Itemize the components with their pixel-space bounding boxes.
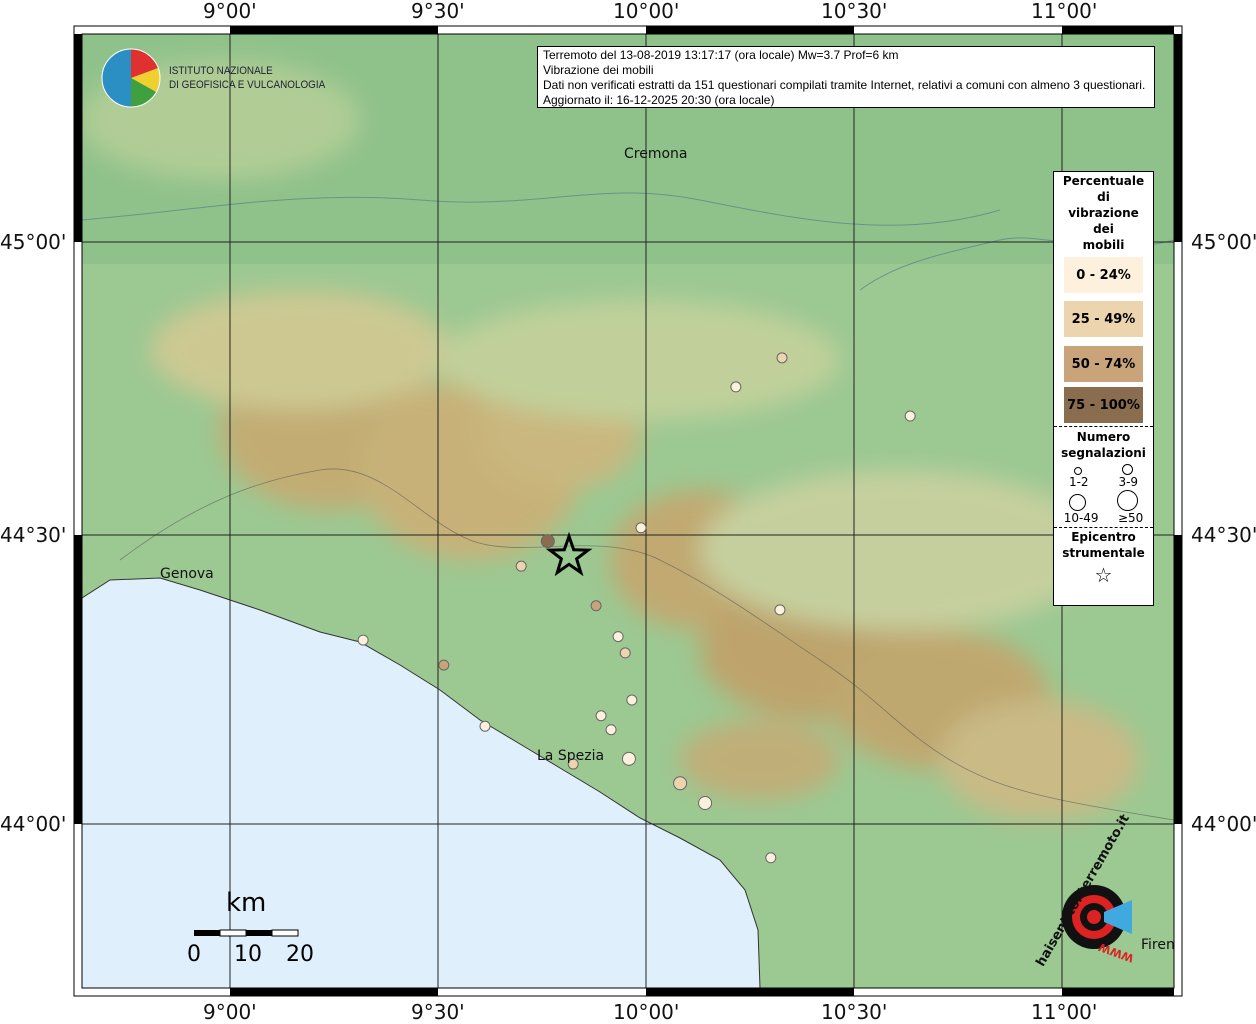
town-point[interactable] bbox=[774, 604, 786, 616]
legend: Percentuale di vibrazione dei mobili 0 -… bbox=[1053, 171, 1154, 606]
legend-count-label: 1-2 bbox=[1068, 475, 1089, 489]
circle-size-4-icon bbox=[1116, 490, 1138, 511]
town-point[interactable] bbox=[595, 710, 607, 722]
town-point[interactable] bbox=[635, 522, 647, 534]
town-point[interactable] bbox=[621, 751, 636, 766]
circle-size-2-icon bbox=[1122, 464, 1133, 475]
town-point[interactable] bbox=[673, 776, 688, 791]
city-label: Firen bbox=[1141, 937, 1175, 953]
town-point[interactable] bbox=[698, 796, 713, 811]
lat-tick-right: 44°30' bbox=[1191, 523, 1256, 547]
lon-tick-top: 9°00' bbox=[203, 0, 257, 23]
town-point[interactable] bbox=[904, 410, 916, 422]
update-time: Aggiornato il: 16-12-2025 20:30 (ora loc… bbox=[543, 93, 775, 107]
legend-count-title: segnalazioni bbox=[1061, 446, 1146, 460]
legend-class-1: 25 - 49% bbox=[1064, 301, 1143, 337]
lon-tick-bottom: 11°00' bbox=[1031, 1000, 1098, 1024]
legend-title-line: vibrazione bbox=[1068, 206, 1139, 220]
city-label: La Spezia bbox=[537, 748, 605, 764]
legend-epicenter-title: Epicentro bbox=[1071, 530, 1136, 544]
circle-size-1-icon bbox=[1074, 467, 1082, 475]
lon-tick-top: 9°30' bbox=[411, 0, 465, 23]
legend-class-2: 50 - 74% bbox=[1064, 346, 1143, 382]
town-point[interactable] bbox=[479, 720, 491, 732]
town-point[interactable] bbox=[540, 534, 555, 549]
lon-tick-bottom: 9°30' bbox=[411, 1000, 465, 1024]
scale-label: 0 bbox=[187, 942, 201, 967]
town-point[interactable] bbox=[515, 560, 527, 572]
lat-tick-left: 44°00' bbox=[0, 812, 67, 836]
town-point[interactable] bbox=[765, 852, 777, 864]
lat-tick-left: 45°00' bbox=[0, 230, 67, 254]
town-point[interactable] bbox=[590, 600, 602, 612]
town-point[interactable] bbox=[612, 631, 624, 643]
circle-size-3-icon bbox=[1069, 494, 1087, 511]
town-point[interactable] bbox=[626, 694, 638, 706]
lat-tick-right: 45°00' bbox=[1191, 230, 1256, 254]
town-point[interactable] bbox=[357, 634, 369, 646]
terrain bbox=[82, 34, 1174, 988]
lon-tick-bottom: 9°00' bbox=[203, 1000, 257, 1024]
scale-unit: km bbox=[226, 888, 267, 918]
event-title: Terremoto del 13-08-2019 13:17:17 (ora l… bbox=[543, 48, 899, 62]
data-note: Dati non verificati estratti da 151 ques… bbox=[543, 78, 1146, 92]
legend-title: Percentuale di vibrazione dei mobili bbox=[1054, 173, 1153, 253]
ingv-logo-text: ISTITUTO NAZIONALE DI GEOFISICA E VULCAN… bbox=[169, 64, 325, 92]
ingv-line2: DI GEOFISICA E VULCANOLOGIA bbox=[169, 79, 326, 91]
lat-tick-left: 44°30' bbox=[0, 523, 67, 547]
legend-title-line: mobili bbox=[1082, 238, 1125, 252]
scale-bar bbox=[194, 929, 299, 937]
legend-title-line: Percentuale bbox=[1062, 174, 1145, 188]
town-point[interactable] bbox=[438, 659, 450, 671]
ingv-logo bbox=[101, 48, 161, 108]
lat-tick-right: 44°00' bbox=[1191, 812, 1256, 836]
scale-label: 10 bbox=[234, 942, 262, 967]
lon-tick-top: 11°00' bbox=[1031, 0, 1098, 23]
ingv-line1: ISTITUTO NAZIONALE bbox=[169, 65, 273, 77]
city-label: Cremona bbox=[624, 146, 688, 162]
event-info-box: Terremoto del 13-08-2019 13:17:17 (ora l… bbox=[537, 46, 1155, 108]
legend-count-title: Numero bbox=[1076, 430, 1131, 444]
legend-count-label: ≥50 bbox=[1117, 511, 1144, 525]
town-point[interactable] bbox=[730, 381, 742, 393]
parameter-name: Vibrazione dei mobili bbox=[543, 63, 654, 77]
city-label: Genova bbox=[160, 566, 214, 582]
lon-tick-bottom: 10°30' bbox=[821, 1000, 888, 1024]
star-icon: ☆ bbox=[1094, 563, 1113, 587]
legend-class-0: 0 - 24% bbox=[1064, 257, 1143, 293]
legend-title-line: di bbox=[1097, 190, 1110, 204]
legend-class-3: 75 - 100% bbox=[1064, 387, 1143, 423]
lon-tick-top: 10°00' bbox=[613, 0, 680, 23]
lon-tick-top: 10°30' bbox=[821, 0, 888, 23]
legend-epicenter-title: strumentale bbox=[1062, 546, 1145, 560]
legend-title-line: dei bbox=[1093, 222, 1114, 236]
lon-tick-bottom: 10°00' bbox=[613, 1000, 680, 1024]
town-point[interactable] bbox=[776, 352, 788, 364]
legend-count-label: 10-49 bbox=[1063, 511, 1099, 525]
legend-count-label: 3-9 bbox=[1118, 475, 1139, 489]
town-point[interactable] bbox=[605, 724, 617, 736]
town-point[interactable] bbox=[619, 647, 631, 659]
scale-label: 20 bbox=[286, 942, 314, 967]
